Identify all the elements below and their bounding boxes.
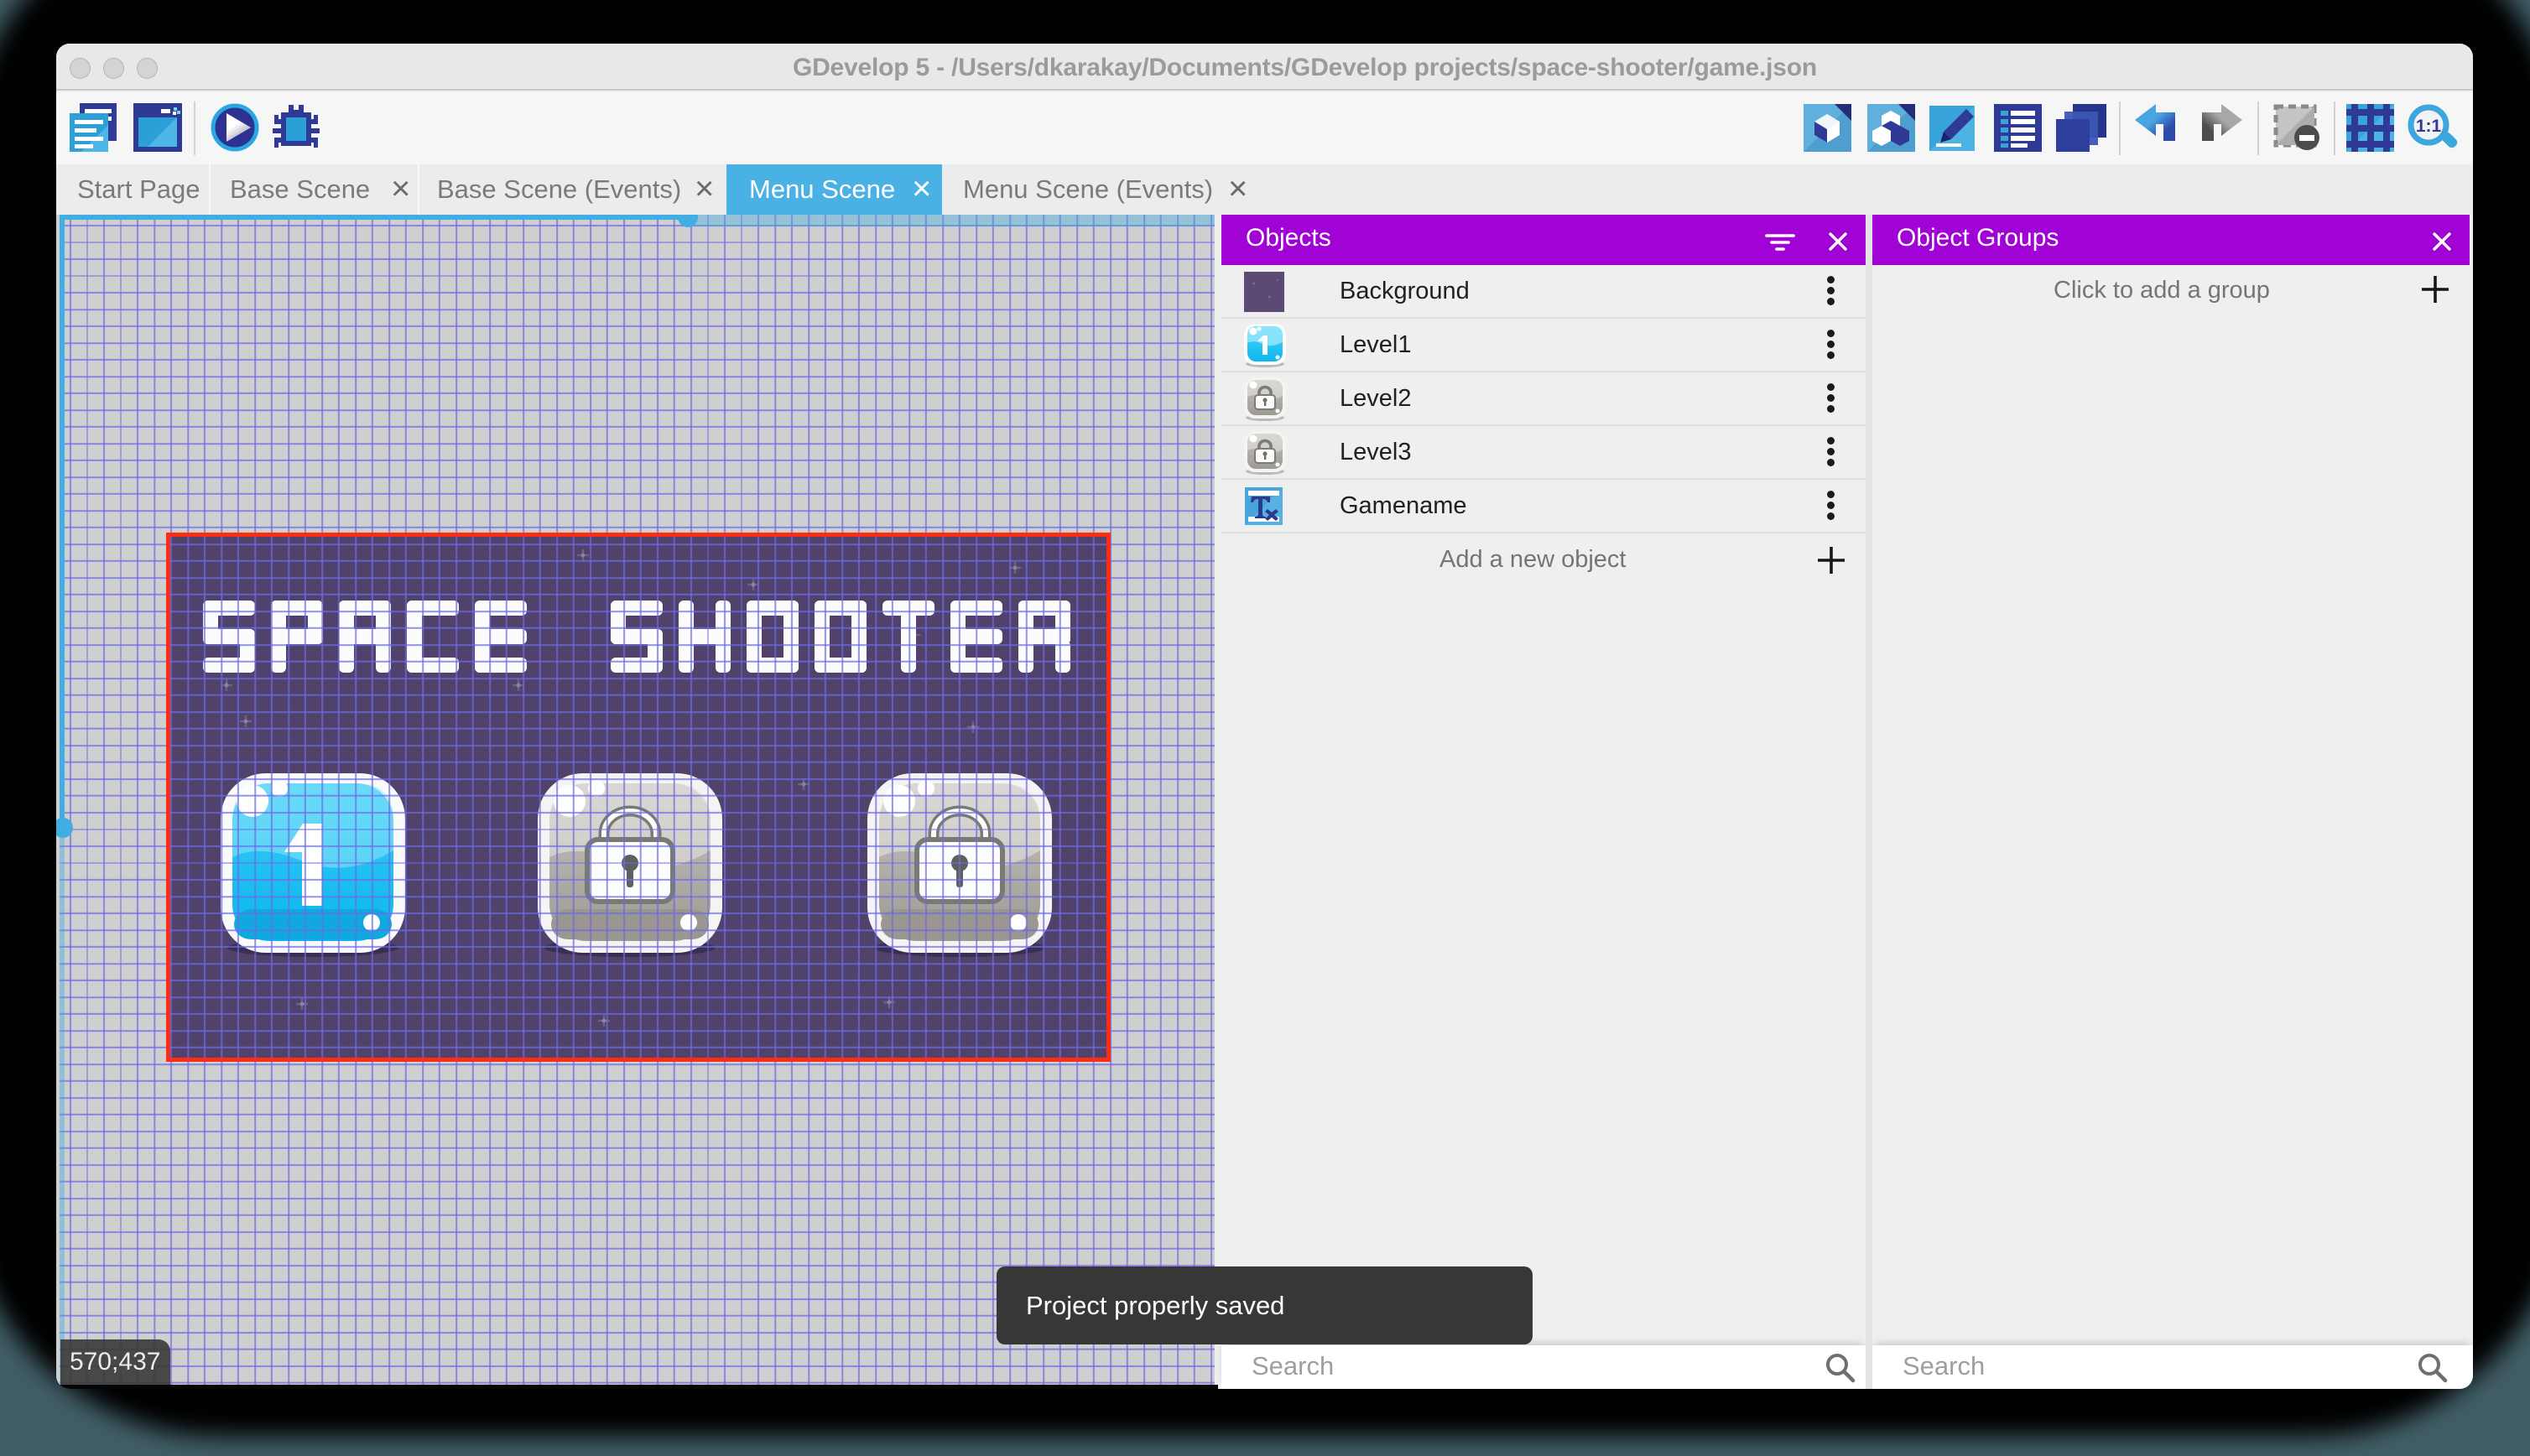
svg-text:1:1: 1:1 [2416, 117, 2442, 136]
